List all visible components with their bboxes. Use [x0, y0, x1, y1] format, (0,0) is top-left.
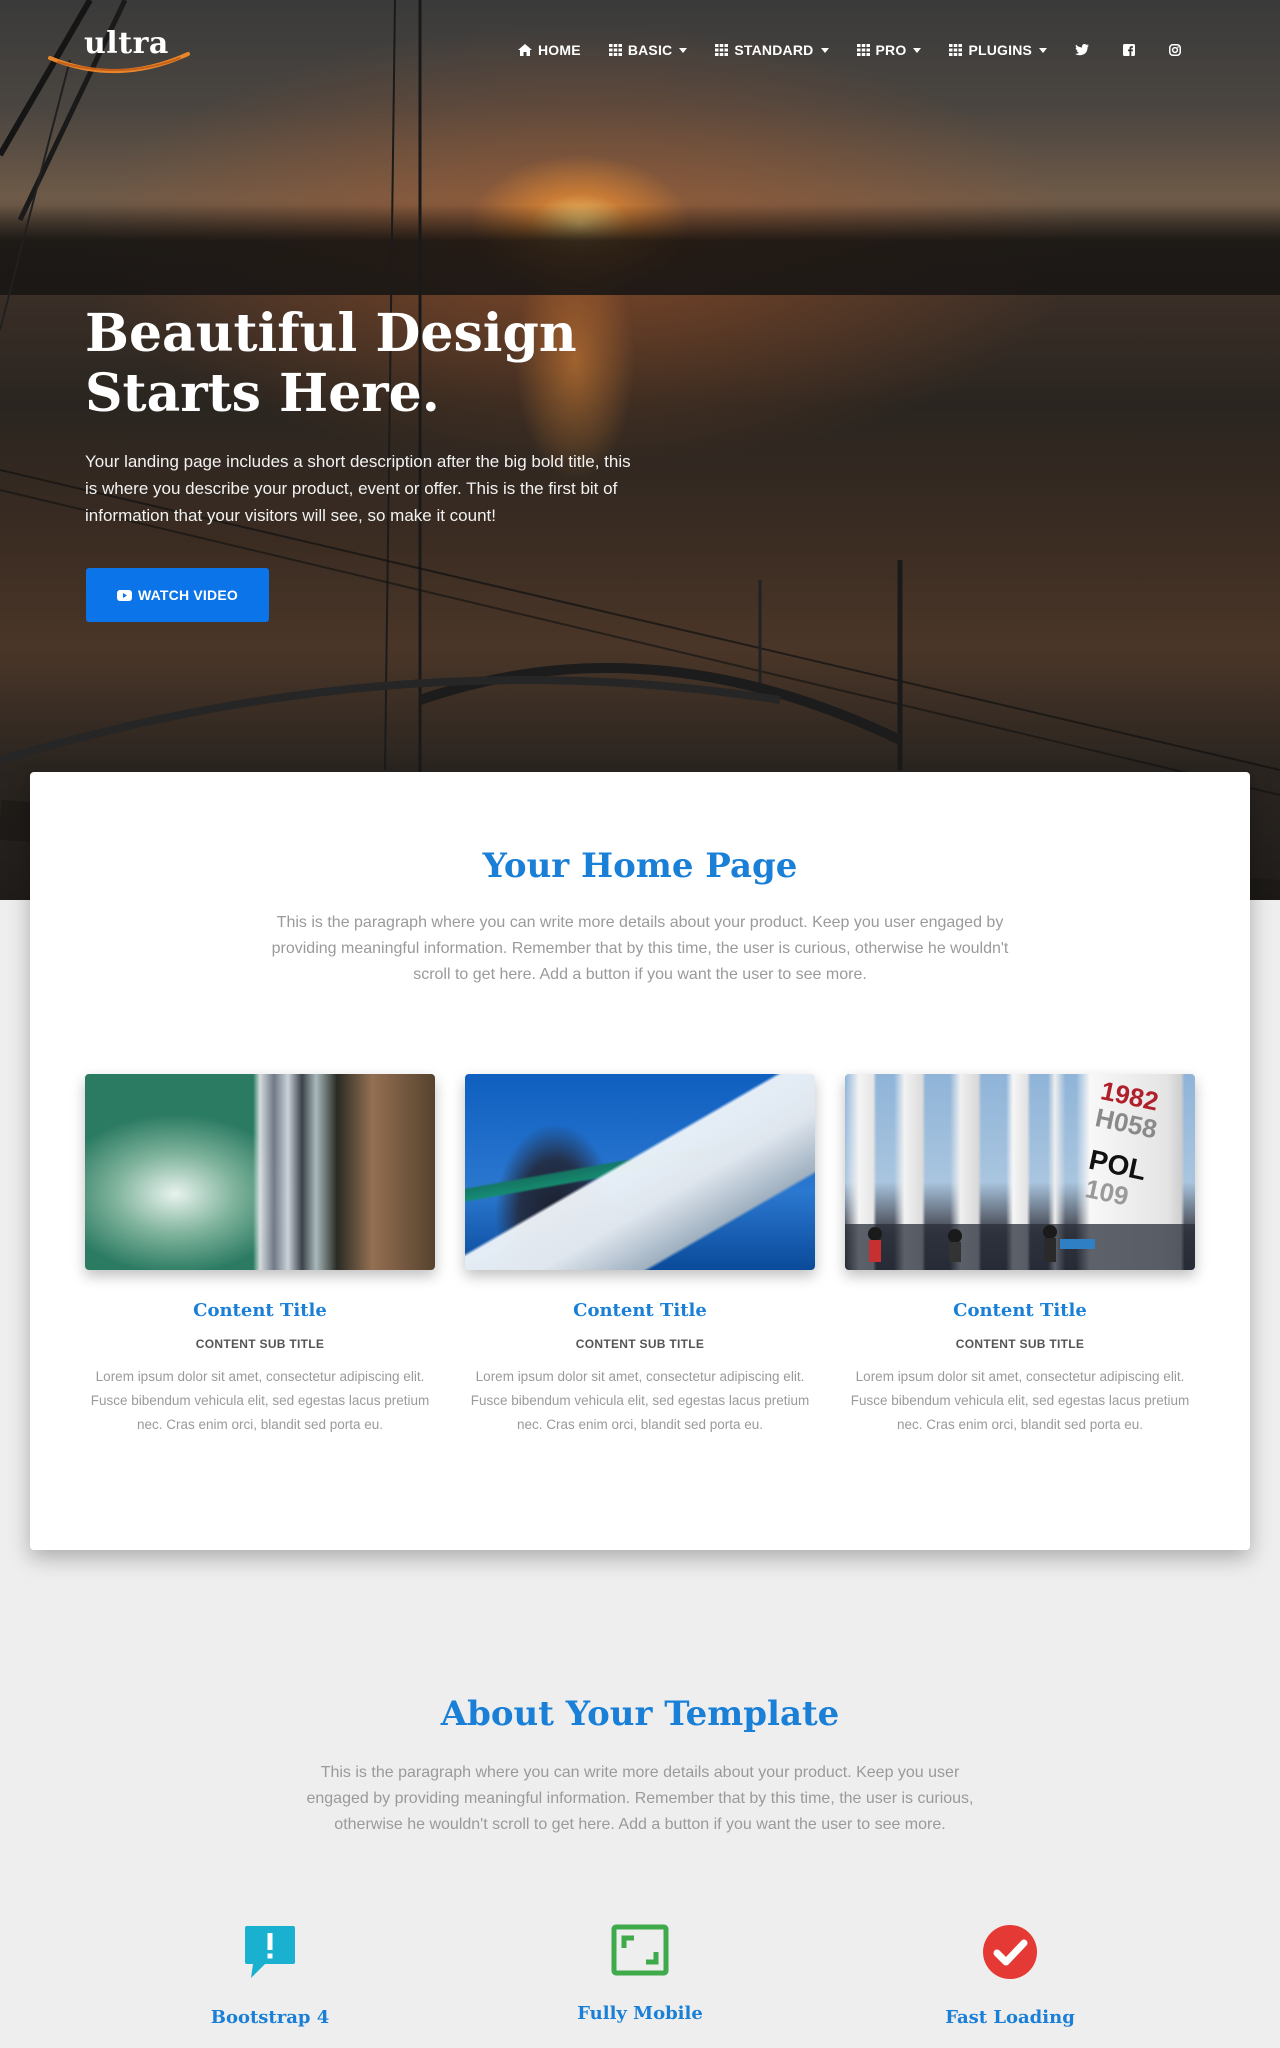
grid-icon — [856, 44, 870, 56]
feature-text: Lorem ipsum dolor sit amet, consectetur … — [90, 1369, 430, 1432]
feature-title: Content Title — [193, 1300, 327, 1321]
youtube-icon — [117, 589, 133, 601]
about-feature-title: Bootstrap 4 — [210, 2007, 330, 2028]
feature-card-1: Content Title CONTENT SUB TITLE Lorem ip… — [85, 1074, 435, 1437]
logo-text: ultra — [84, 26, 169, 61]
feature-text: Lorem ipsum dolor sit amet, consectetur … — [470, 1369, 810, 1432]
hero-description: Your landing page includes a short descr… — [85, 452, 631, 525]
feature-card-3: 1982 H058 POL 109 Content Title CONTENT … — [845, 1074, 1195, 1437]
about-feature-title: Fast Loading — [945, 2007, 1075, 2028]
hero-title-line1: Beautiful Design — [85, 303, 577, 364]
grid-icon — [715, 44, 729, 56]
nav-pro[interactable]: PRO — [856, 42, 922, 58]
chevron-down-icon — [1039, 48, 1048, 53]
hero-title-line2: Starts Here. — [85, 363, 440, 424]
home-icon — [518, 44, 532, 56]
home-section-title: Your Home Page — [482, 846, 798, 886]
about-feature-bootstrap: Bootstrap 4 — [120, 1924, 420, 2028]
about-feature-fast: Fast Loading — [860, 1924, 1160, 2028]
watch-video-button[interactable]: WATCH VIDEO — [86, 568, 269, 622]
feature-image-regatta: 1982 H058 POL 109 — [845, 1074, 1195, 1270]
about-feature-mobile: Fully Mobile — [490, 1924, 790, 2024]
chevron-down-icon — [679, 48, 688, 53]
twitter-icon[interactable] — [1075, 44, 1090, 56]
nav-standard[interactable]: STANDARD — [715, 42, 829, 58]
feature-image-ropes — [85, 1074, 435, 1270]
feature-subtitle: CONTENT SUB TITLE — [955, 1337, 1085, 1351]
nav-basic[interactable]: BASIC — [608, 42, 688, 58]
check-circle-icon — [983, 1925, 1037, 1979]
grid-icon — [608, 44, 622, 56]
about-feature-title: Fully Mobile — [577, 2003, 703, 2024]
grid-icon — [949, 44, 963, 56]
hero-section: ultra HOME BASIC STANDARD PRO PLUGINS Be… — [0, 0, 1280, 900]
main-nav: HOME BASIC STANDARD PRO PLUGINS — [518, 38, 1215, 62]
feature-card-2: Content Title CONTENT SUB TITLE Lorem ip… — [465, 1074, 815, 1437]
nav-basic-label: BASIC — [627, 42, 673, 58]
regatta-sail-markings: 1982 H058 POL 109 — [845, 1075, 1195, 1270]
facebook-icon[interactable] — [1123, 44, 1136, 56]
nav-home[interactable]: HOME — [518, 42, 581, 58]
chevron-down-icon — [820, 48, 829, 53]
nav-plugins[interactable]: PLUGINS — [949, 42, 1048, 58]
feature-title: Content Title — [573, 1300, 707, 1321]
hero-title: Beautiful Design Starts Here. — [85, 304, 685, 424]
feature-image-sail — [465, 1074, 815, 1270]
feature-subtitle: CONTENT SUB TITLE — [575, 1337, 705, 1351]
nav-standard-label: STANDARD — [734, 42, 814, 58]
about-section-paragraph: This is the paragraph where you can writ… — [306, 1764, 974, 1833]
feature-text: Lorem ipsum dolor sit amet, consectetur … — [850, 1369, 1190, 1432]
feature-title: Content Title — [953, 1300, 1087, 1321]
instagram-icon[interactable] — [1169, 44, 1182, 56]
home-section-card: Your Home Page This is the paragraph whe… — [30, 772, 1250, 1550]
exclamation-comment-icon — [245, 1926, 295, 1978]
nav-home-label: HOME — [538, 42, 581, 58]
nav-pro-label: PRO — [875, 42, 907, 58]
watch-video-label: WATCH VIDEO — [138, 587, 238, 603]
chevron-down-icon — [913, 48, 922, 53]
about-section-title: About Your Template — [440, 1694, 840, 1734]
logo[interactable]: ultra — [48, 26, 198, 78]
feature-subtitle: CONTENT SUB TITLE — [195, 1337, 325, 1351]
home-section-paragraph: This is the paragraph where you can writ… — [271, 914, 1009, 983]
expand-square-icon — [611, 1924, 669, 1976]
nav-plugins-label: PLUGINS — [968, 42, 1033, 58]
